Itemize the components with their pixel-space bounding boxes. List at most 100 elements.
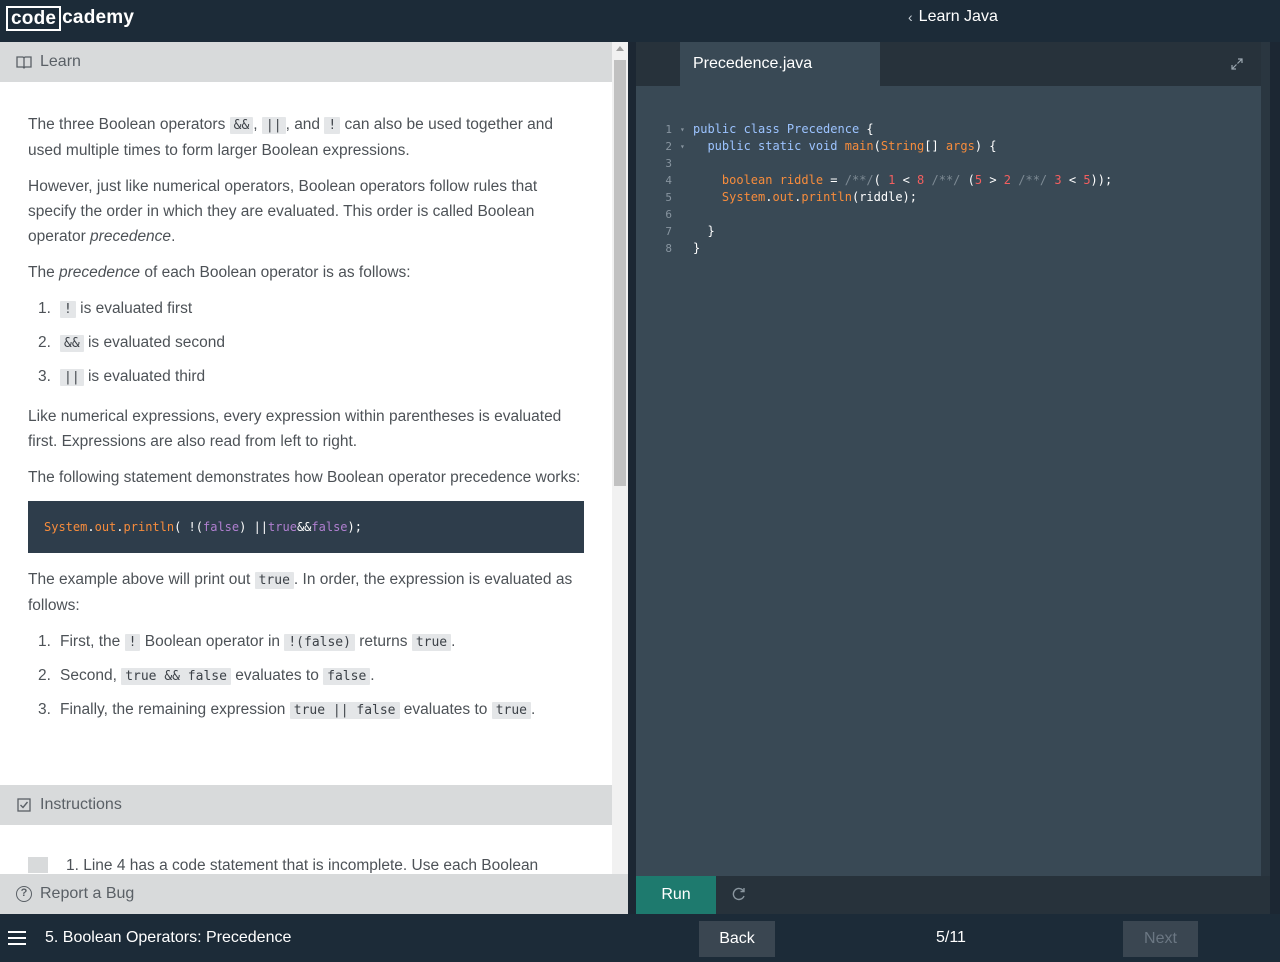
list-number: 1. xyxy=(38,300,51,317)
scroll-up-arrow-icon[interactable] xyxy=(616,46,624,51)
course-link-label: Learn Java xyxy=(918,8,998,25)
text: returns xyxy=(354,633,412,650)
paragraph: The precedence of each Boolean operator … xyxy=(28,260,584,285)
code-token: } xyxy=(693,241,701,255)
code-editor[interactable]: 1 ▾ public class Precedence { 2 ▾ public st… xyxy=(636,86,1261,876)
code-token: ); xyxy=(347,519,362,534)
code-line: 7 } xyxy=(636,206,1261,238)
expand-icon[interactable] xyxy=(1230,57,1244,71)
emphasis: precedence xyxy=(90,228,172,245)
paragraph: The three Boolean operators &&, ||, and … xyxy=(28,112,584,163)
text: Second, xyxy=(60,667,122,684)
text: is evaluated first xyxy=(75,300,193,317)
text: evaluates to xyxy=(399,701,492,718)
instruction-text: 1. Line 4 has a code statement that is i… xyxy=(66,857,539,873)
text: First, the xyxy=(60,633,125,650)
inline-code: false xyxy=(323,668,371,685)
list-item: 3. || is evaluated third xyxy=(28,364,584,390)
list-number: 2. xyxy=(38,667,51,684)
report-bug-button[interactable]: ? Report a Bug xyxy=(0,874,628,914)
text: evaluates to xyxy=(230,667,324,684)
code-token: println xyxy=(123,519,175,534)
text: . xyxy=(451,633,456,650)
lesson-content: The three Boolean operators &&, ||, and … xyxy=(28,112,584,737)
evaluation-list: 1. First, the ! Boolean operator in !(fal… xyxy=(28,629,584,723)
code-token: ) || xyxy=(239,519,269,534)
editor-panel: Precedence.java 1 ▾ public class Precedenc… xyxy=(636,42,1270,914)
text: of each Boolean operator is as follows: xyxy=(140,264,411,281)
inline-code: || xyxy=(60,369,84,386)
inline-code: true xyxy=(254,572,294,589)
text: The example above will print out xyxy=(28,571,255,588)
bottom-bar: 5. Boolean Operators: Precedence Back 5/… xyxy=(0,914,1280,962)
task-checkbox[interactable] xyxy=(28,857,48,873)
book-icon xyxy=(16,54,32,70)
logo-code: code xyxy=(6,5,62,31)
text: . xyxy=(171,228,176,245)
text: , xyxy=(253,116,262,133)
reset-icon[interactable] xyxy=(731,886,747,902)
report-bug-label: Report a Bug xyxy=(40,885,135,902)
code-block: System. out. println( !(false) || true && … xyxy=(28,501,584,553)
inline-code: !(false) xyxy=(284,634,355,651)
paragraph: The following statement demonstrates how… xyxy=(28,469,581,486)
course-link[interactable]: ‹ Learn Java xyxy=(908,8,998,26)
inline-code: true || false xyxy=(289,702,400,719)
text: The three Boolean operators xyxy=(28,116,230,133)
text: . xyxy=(370,667,375,684)
text: Finally, the remaining expression xyxy=(60,701,290,718)
precedence-list: 1.! is evaluated first 2. && is evaluated… xyxy=(28,296,584,390)
inline-code: ! xyxy=(324,117,341,134)
back-button[interactable]: Back xyxy=(699,921,775,957)
inline-code: ! xyxy=(60,301,76,318)
list-number: 2. xyxy=(38,334,51,351)
paragraph: Like numerical expressions, every expres… xyxy=(28,408,562,450)
text: is evaluated third xyxy=(83,368,206,385)
inline-code: true && false xyxy=(121,668,231,685)
logo-academy: cademy xyxy=(62,7,135,28)
inline-code: ! xyxy=(124,634,141,651)
code-line: 4 boolean riddle = /**/( 1 < 8 /**/ (5 >… xyxy=(636,155,1261,187)
next-button[interactable]: Next xyxy=(1123,921,1198,957)
file-tab[interactable]: Precedence.java xyxy=(680,42,880,86)
lesson-progress: 5/11 xyxy=(936,929,966,946)
lesson-title[interactable]: 5. Boolean Operators: Precedence xyxy=(45,929,291,947)
text: The xyxy=(28,264,60,281)
code-line: 8} xyxy=(636,223,1261,255)
code-line: 1 ▾ public class Precedence { xyxy=(636,104,1261,136)
code-token: false xyxy=(203,519,240,534)
instructions-header: Instructions xyxy=(0,785,612,825)
run-button[interactable]: Run xyxy=(636,876,716,914)
text: . xyxy=(531,701,536,718)
list-item: 1. First, the ! Boolean operator in !(fal… xyxy=(28,629,584,655)
paragraph: The example above will print out true. I… xyxy=(28,567,584,618)
inline-code: && xyxy=(60,335,84,352)
code-line: 3 xyxy=(636,138,1261,170)
top-bar: code cademy ‹ Learn Java xyxy=(0,0,1280,42)
emphasis: precedence xyxy=(59,264,141,281)
list-number: 3. xyxy=(38,701,51,718)
codecademy-logo[interactable]: code cademy xyxy=(6,5,134,31)
paragraph: However, just like numerical operators, … xyxy=(28,174,584,249)
editor-tab-bar: Precedence.java xyxy=(636,42,1261,86)
code-token: ( !( xyxy=(174,519,203,534)
list-number: 3. xyxy=(38,368,51,385)
inline-code: || xyxy=(261,117,286,134)
right-gutter xyxy=(1270,42,1280,914)
learn-panel: Learn The three Boolean operators &&, ||… xyxy=(0,42,628,914)
question-circle-icon: ? xyxy=(16,886,32,902)
scrollbar-thumb[interactable] xyxy=(614,60,626,486)
code-token: . xyxy=(116,519,124,534)
list-item: 2. && is evaluated second xyxy=(28,330,584,356)
list-item: 1.! is evaluated first xyxy=(28,296,584,322)
text: is evaluated second xyxy=(83,334,225,351)
code-line: 5 System.out.println(riddle); xyxy=(636,172,1261,204)
code-line: 2 ▾ public static void main(String[] args… xyxy=(636,121,1261,153)
line-number: 8 xyxy=(665,242,672,255)
menu-icon[interactable] xyxy=(8,931,26,945)
list-item: 2. Second, true && false evaluates to fal… xyxy=(28,663,584,689)
code-token: && xyxy=(296,519,312,534)
list-number: 1. xyxy=(38,633,51,650)
code-token: true xyxy=(268,519,297,534)
instructions-heading: Instructions xyxy=(40,796,122,813)
